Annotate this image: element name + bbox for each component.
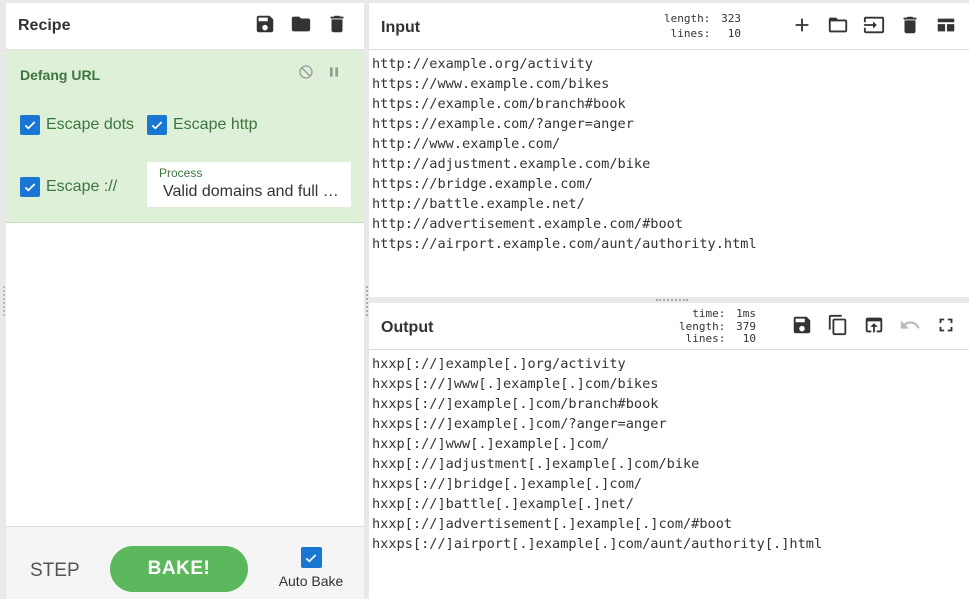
reset-layout-button[interactable] — [935, 14, 957, 36]
open-folder-button[interactable] — [863, 14, 885, 36]
add-input-tab-button[interactable] — [791, 14, 813, 36]
escape-http-label: Escape http — [173, 116, 258, 133]
input-line: https://example.com/branch#book — [372, 96, 626, 112]
input-title: Input — [381, 19, 421, 36]
operation-controls — [298, 64, 342, 80]
escape-dots-label: Escape dots — [46, 116, 135, 133]
cyberchef-app: Recipe Defang URL Escape dots Escape htt… — [0, 0, 969, 599]
auto-bake-label: Auto Bake — [278, 573, 344, 589]
block-icon — [299, 65, 313, 79]
input-line: http://adjustment.example.com/bike — [372, 156, 651, 172]
output-line: hxxps[://]bridge[.]example[.]com/ — [372, 476, 643, 492]
resize-handle-left[interactable] — [3, 286, 5, 316]
input-line: http://battle.example.net/ — [372, 196, 585, 212]
clear-recipe-button[interactable] — [326, 13, 348, 35]
recipe-title: Recipe — [18, 17, 71, 34]
copy-output-button[interactable] — [827, 314, 849, 336]
output-line: hxxps[://]example[.]com/branch#book — [372, 396, 659, 412]
escape-colon-slashes-label: Escape :// — [46, 178, 118, 195]
operation-name: Defang URL — [20, 67, 101, 83]
output-time-value: 1ms — [736, 307, 756, 320]
save-icon — [793, 316, 811, 334]
input-length-label: length: — [664, 12, 711, 25]
output-line: hxxp[://]battle[.]example[.]net/ — [372, 496, 634, 512]
output-stats: time: 1ms length: 379 lines: 10 — [679, 307, 756, 346]
input-stats: length: 323 lines: 10 — [664, 11, 741, 41]
output-line: hxxp[://]advertisement[.]example[.]com/#… — [372, 516, 733, 532]
output-time-label: time: — [692, 307, 726, 320]
fullscreen-icon — [939, 318, 953, 332]
undo-icon — [900, 320, 920, 329]
input-toolbar — [791, 14, 957, 36]
input-header: Input length: 323 lines: 10 — [369, 3, 969, 50]
process-value: Valid domains and full URLs — [163, 183, 339, 200]
folder-icon — [291, 16, 311, 32]
input-line: http://example.org/activity — [372, 56, 593, 72]
output-line: hxxps[://]airport[.]example[.]com/aunt/a… — [372, 536, 823, 552]
input-line: https://www.example.com/bikes — [372, 76, 610, 92]
save-icon — [256, 15, 274, 33]
input-line: http://www.example.com/ — [372, 136, 561, 152]
input-line: http://advertisement.example.com/#boot — [372, 216, 683, 232]
output-toolbar — [791, 314, 957, 336]
step-button[interactable]: STEP — [30, 560, 80, 582]
checkbox-checked-icon — [20, 115, 40, 135]
input-lines-value: 10 — [727, 27, 741, 40]
checkbox-checked-icon — [300, 547, 322, 568]
bake-button[interactable]: BAKE! — [110, 546, 248, 592]
save-output-button[interactable] — [791, 314, 813, 336]
escape-http-checkbox[interactable]: Escape http — [147, 115, 258, 135]
output-line: hxxps[://]www[.]example[.]com/bikes — [372, 376, 659, 392]
auto-bake-checkbox[interactable]: Auto Bake — [276, 547, 346, 589]
copy-icon — [828, 314, 847, 336]
escape-dots-checkbox[interactable]: Escape dots — [20, 115, 134, 135]
checkbox-checked-icon — [20, 177, 40, 197]
input-textarea[interactable]: http://example.org/activity https://www.e… — [369, 50, 969, 254]
output-textarea[interactable]: hxxp[://]example[.]org/activity hxxps[://… — [369, 350, 969, 554]
output-lines-value: 10 — [742, 332, 756, 345]
resize-handle-vertical[interactable] — [366, 286, 368, 316]
resize-handle-horizontal[interactable] — [656, 299, 688, 301]
output-line: hxxp[://]adjustment[.]example[.]com/bike — [372, 456, 700, 472]
escape-colon-slashes-checkbox[interactable]: Escape :// — [20, 177, 117, 197]
output-header: Output time: 1ms length: 379 lines: 10 — [369, 303, 969, 350]
save-recipe-button[interactable] — [254, 13, 276, 35]
input-length-value: 323 — [721, 12, 741, 25]
plus-icon — [795, 18, 809, 32]
bake-controls: STEP BAKE! Auto Bake — [6, 526, 364, 599]
input-icon — [863, 16, 885, 34]
clear-input-button[interactable] — [899, 14, 921, 36]
disable-operation-button[interactable] — [298, 64, 314, 80]
output-length-label: length: — [679, 319, 726, 333]
output-line: hxxps[://]example[.]com/?anger=anger — [372, 416, 667, 432]
open-file-button[interactable] — [827, 14, 849, 36]
input-lines-label: lines: — [670, 27, 711, 40]
recipe-toolbar — [254, 13, 348, 35]
folder-open-icon — [828, 17, 848, 33]
undo-button[interactable] — [899, 314, 921, 336]
breakpoint-button[interactable] — [326, 64, 342, 80]
delete-icon — [903, 16, 917, 34]
process-label: Process — [159, 166, 203, 180]
output-line: hxxp[://]www[.]example[.]com/ — [372, 436, 610, 452]
output-pane: Output time: 1ms length: 379 lines: 10 h… — [369, 303, 969, 599]
pause-icon — [330, 67, 338, 77]
input-line: https://bridge.example.com/ — [372, 176, 593, 192]
operation-defang-url[interactable]: Defang URL Escape dots Escape http Escap… — [6, 50, 364, 223]
replace-input-button[interactable] — [863, 314, 885, 336]
load-recipe-button[interactable] — [290, 13, 312, 35]
output-line: hxxp[://]example[.]org/activity — [372, 356, 626, 372]
input-line: https://airport.example.com/aunt/authori… — [372, 236, 757, 252]
output-lines-label: lines: — [685, 332, 726, 345]
layout-icon — [937, 18, 955, 32]
recipe-pane: Recipe Defang URL Escape dots Escape htt… — [6, 3, 364, 599]
delete-icon — [330, 15, 344, 33]
output-title: Output — [381, 319, 434, 336]
maximise-output-button[interactable] — [935, 314, 957, 336]
checkbox-checked-icon — [147, 115, 167, 135]
process-select[interactable]: Process Valid domains and full URLs — [147, 162, 351, 207]
input-line: https://example.com/?anger=anger — [372, 116, 634, 132]
input-pane: Input length: 323 lines: 10 http://examp… — [369, 3, 969, 297]
open-in-browser-icon — [865, 317, 883, 333]
